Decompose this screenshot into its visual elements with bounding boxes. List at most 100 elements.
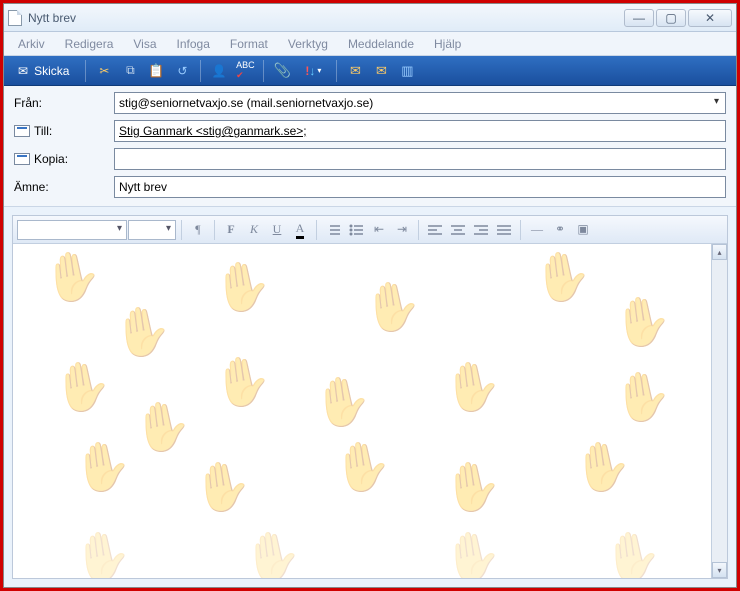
vertical-scrollbar[interactable]: ▴ ▾ — [711, 244, 727, 578]
font-color-button[interactable]: A — [289, 219, 311, 241]
hand-icon: ✋ — [50, 360, 116, 416]
cc-label-button[interactable]: Kopia: — [14, 152, 104, 166]
horizontal-rule-button[interactable]: — — [526, 219, 548, 241]
check-names-button[interactable]: 👤 — [207, 59, 231, 83]
scroll-down-button[interactable]: ▾ — [712, 562, 727, 578]
hand-icon: ✋ — [360, 280, 426, 336]
from-value: stig@seniornetvaxjo.se (mail.seniornetva… — [119, 96, 373, 110]
hand-icon: ✋ — [310, 375, 376, 431]
hand-icon: ✋ — [600, 530, 666, 578]
copy-button[interactable]: ⧉ — [118, 59, 142, 83]
to-field[interactable]: Stig Ganmark <stig@ganmark.se>; — [114, 120, 726, 142]
chevron-down-icon: ▾ — [317, 66, 321, 75]
italic-button[interactable]: K — [243, 219, 265, 241]
menu-verktyg[interactable]: Verktyg — [280, 35, 336, 53]
menu-visa[interactable]: Visa — [125, 35, 164, 53]
scroll-up-button[interactable]: ▴ — [712, 244, 727, 260]
sign-button[interactable]: ✉ — [343, 59, 367, 83]
bullet-list-button[interactable] — [345, 219, 367, 241]
toolbar-separator — [181, 220, 182, 240]
window-title: Nytt brev — [28, 11, 624, 25]
hand-icon: ✋ — [570, 440, 636, 496]
insert-image-button[interactable]: ▣ — [572, 219, 594, 241]
undo-button[interactable]: ↺ — [170, 59, 194, 83]
cut-button[interactable]: ✂ — [92, 59, 116, 83]
hand-icon: ✋ — [440, 460, 506, 516]
menu-format[interactable]: Format — [222, 35, 276, 53]
font-size-select[interactable] — [128, 220, 176, 240]
toolbar-separator — [200, 60, 201, 82]
offline-button[interactable]: ▥ — [395, 59, 419, 83]
toolbar-separator — [316, 220, 317, 240]
document-icon — [8, 10, 22, 26]
numlist-icon — [326, 224, 340, 236]
subject-label: Ämne: — [14, 180, 104, 194]
encrypt-button[interactable]: ✉ — [369, 59, 393, 83]
paragraph-style-button[interactable]: ¶ — [187, 219, 209, 241]
hand-icon: ✋ — [110, 305, 176, 361]
menubar: Arkiv Redigera Visa Infoga Format Verkty… — [4, 32, 736, 56]
toolbar-separator — [214, 220, 215, 240]
format-toolbar: ¶ F K U A ⇤ ⇥ — ⚭ ▣ — [13, 216, 727, 244]
cc-field[interactable] — [114, 148, 726, 170]
align-right-button[interactable] — [470, 219, 492, 241]
menu-hjalp[interactable]: Hjälp — [426, 35, 469, 53]
menu-meddelande[interactable]: Meddelande — [340, 35, 422, 53]
from-field[interactable]: stig@seniornetvaxjo.se (mail.seniornetva… — [114, 92, 726, 114]
maximize-button[interactable]: ▢ — [656, 9, 686, 27]
toolbar-separator — [85, 60, 86, 82]
subject-value: Nytt brev — [119, 180, 167, 194]
align-justify-icon — [497, 224, 511, 236]
underline-button[interactable]: U — [266, 219, 288, 241]
indent-button[interactable]: ⇥ — [391, 219, 413, 241]
copy-icon: ⧉ — [126, 63, 135, 78]
bullist-icon — [349, 224, 363, 236]
toolbar-separator — [418, 220, 419, 240]
toolbar-separator — [520, 220, 521, 240]
toolbar-separator — [263, 60, 264, 82]
undo-icon: ↺ — [177, 64, 187, 78]
hand-icon: ✋ — [190, 460, 256, 516]
priority-button[interactable]: !↓▾ — [296, 59, 330, 83]
hand-icon: ✋ — [210, 260, 276, 316]
editor: ¶ F K U A ⇤ ⇥ — ⚭ ▣ ✋ ✋ ✋ — [12, 215, 728, 579]
align-center-button[interactable] — [447, 219, 469, 241]
message-body[interactable]: ✋ ✋ ✋ ✋ ✋ ✋ ✋ ✋ ✋ ✋ ✋ ✋ ✋ ✋ ✋ ✋ ✋ ✋ ✋ ✋ — [13, 244, 711, 578]
send-icon: ✉ — [18, 64, 28, 78]
paste-button[interactable]: 📋 — [144, 59, 168, 83]
hand-icon: ✋ — [40, 250, 106, 306]
hand-icon: ✋ — [70, 530, 136, 578]
close-button[interactable]: ✕ — [688, 9, 732, 27]
attach-button[interactable]: 📎 — [270, 59, 294, 83]
offline-icon: ▥ — [401, 63, 413, 79]
insert-link-button[interactable]: ⚭ — [549, 219, 571, 241]
spellcheck-button[interactable]: ABC✔ — [233, 59, 257, 83]
sign-icon: ✉ — [350, 63, 361, 79]
menu-arkiv[interactable]: Arkiv — [10, 35, 53, 53]
menu-redigera[interactable]: Redigera — [57, 35, 122, 53]
to-label-button[interactable]: Till: — [14, 124, 104, 138]
bold-button[interactable]: F — [220, 219, 242, 241]
align-left-icon — [428, 224, 442, 236]
menu-infoga[interactable]: Infoga — [169, 35, 218, 53]
minimize-button[interactable]: — — [624, 9, 654, 27]
window-controls: — ▢ ✕ — [624, 9, 732, 27]
align-justify-button[interactable] — [493, 219, 515, 241]
send-button[interactable]: ✉ Skicka — [8, 61, 79, 81]
font-family-select[interactable] — [17, 220, 127, 240]
subject-field[interactable]: Nytt brev — [114, 176, 726, 198]
numbered-list-button[interactable] — [322, 219, 344, 241]
paste-icon: 📋 — [148, 63, 164, 79]
toolbar-separator — [336, 60, 337, 82]
align-left-button[interactable] — [424, 219, 446, 241]
main-toolbar: ✉ Skicka ✂ ⧉ 📋 ↺ 👤 ABC✔ 📎 !↓▾ ✉ ✉ ▥ — [4, 56, 736, 86]
hand-icon: ✋ — [530, 250, 596, 306]
align-right-icon — [474, 224, 488, 236]
hand-icon: ✋ — [210, 355, 276, 411]
outdent-button[interactable]: ⇤ — [368, 219, 390, 241]
hand-icon: ✋ — [240, 530, 306, 578]
header-fields: Från: stig@seniornetvaxjo.se (mail.senio… — [4, 86, 736, 207]
send-label: Skicka — [34, 64, 69, 78]
hand-icon: ✋ — [610, 295, 676, 351]
address-book-icon — [14, 153, 30, 165]
